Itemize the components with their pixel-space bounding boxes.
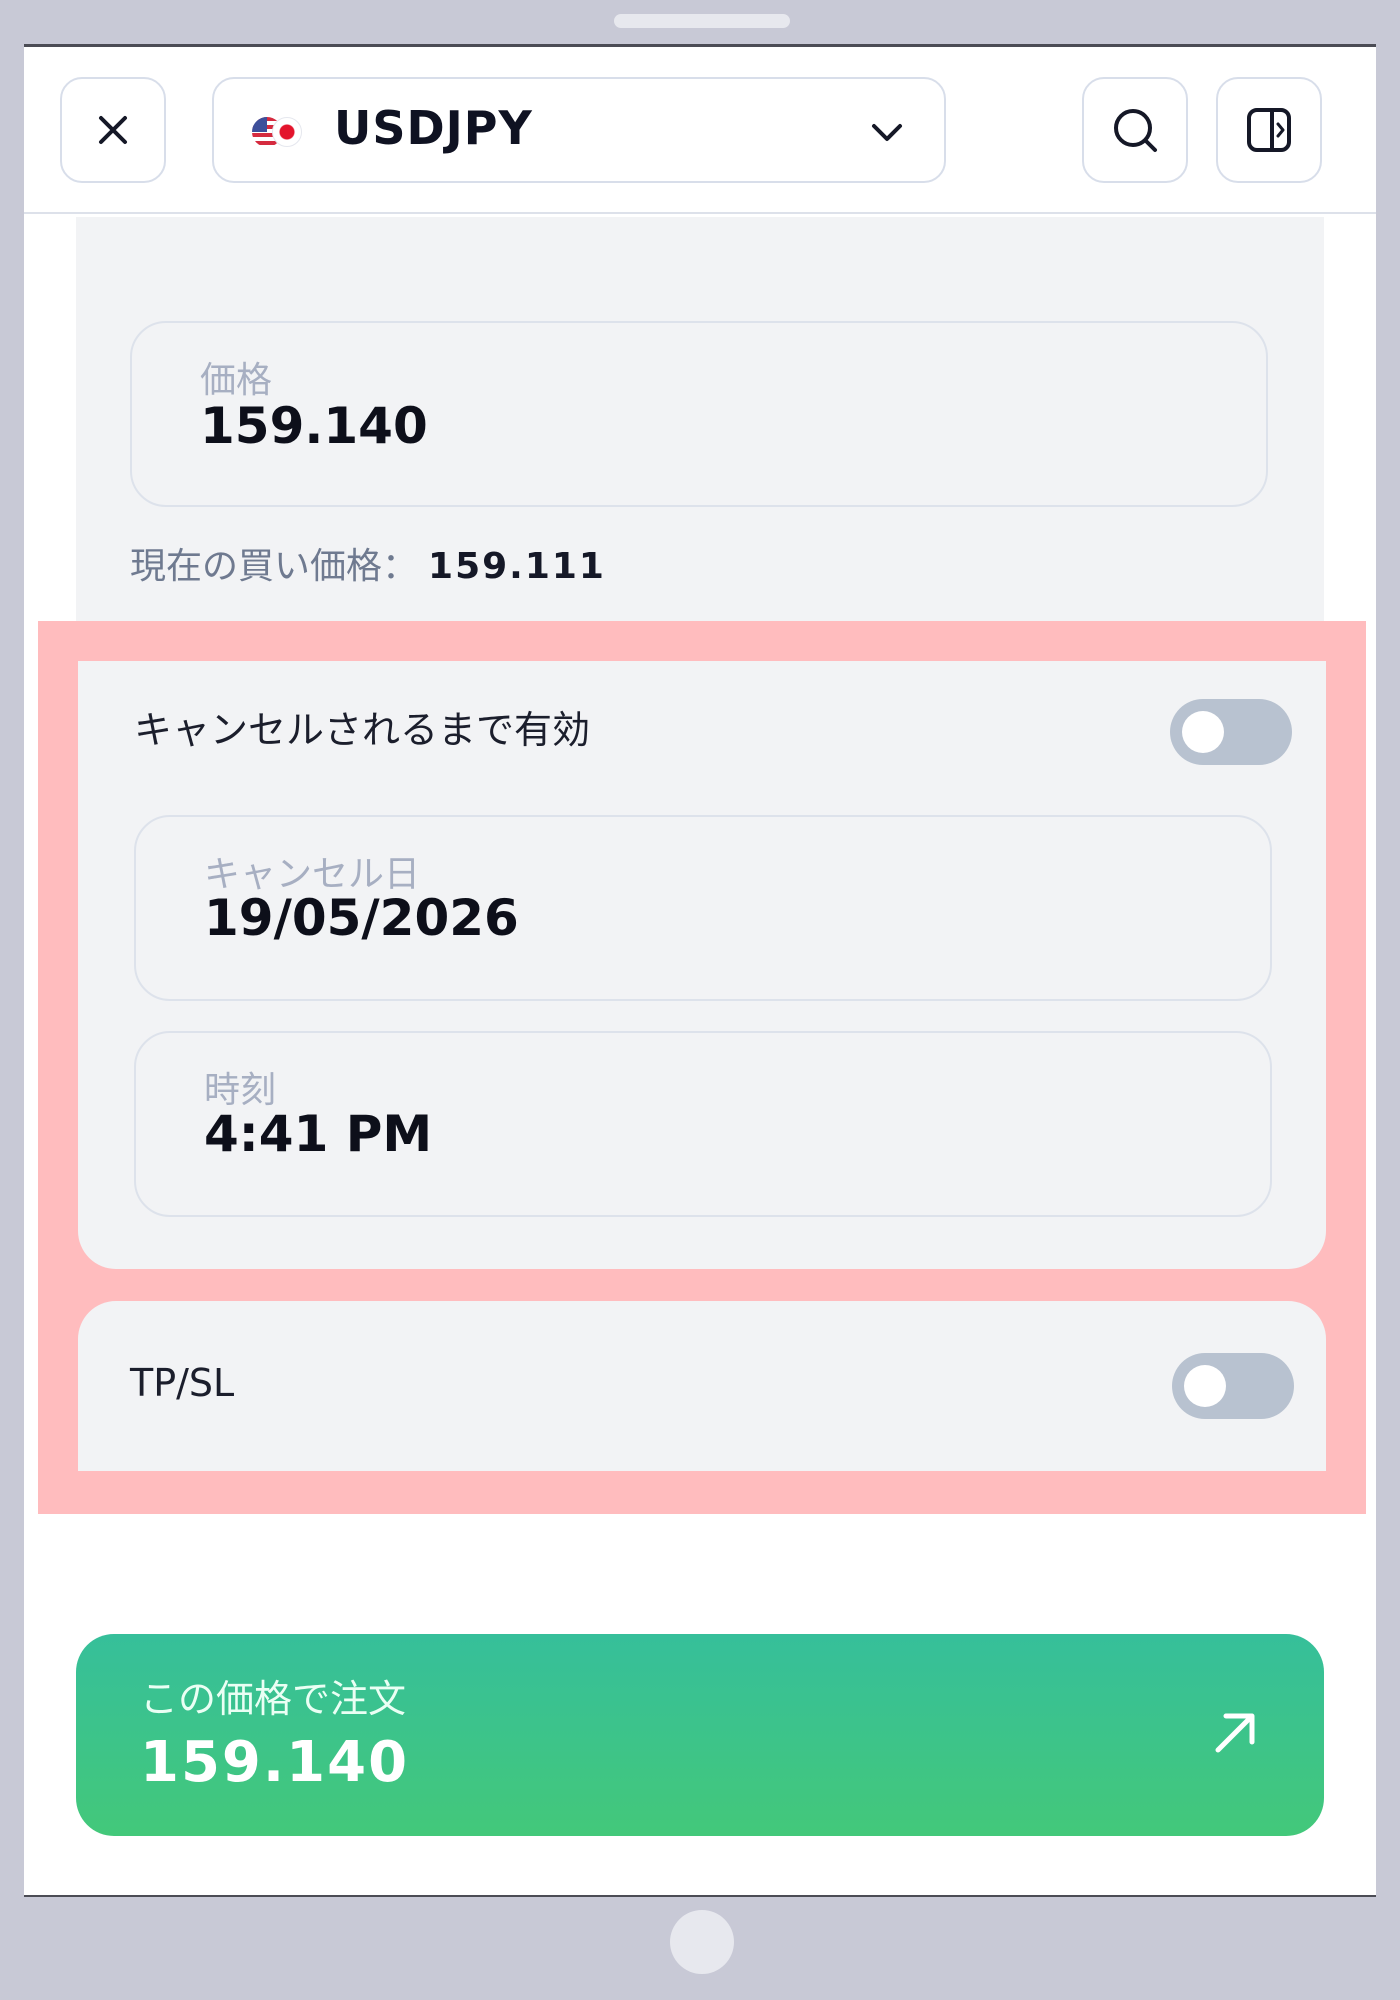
close-button[interactable] (60, 77, 166, 183)
price-field[interactable]: 価格 159.140 (130, 321, 1268, 507)
cancel-date-field[interactable]: キャンセル日 19/05/2026 (134, 815, 1272, 1001)
current-buy-price: 現在の買い価格： 159.111 (130, 537, 606, 589)
order-button-price: 159.140 (140, 1730, 410, 1795)
current-buy-value: 159.111 (428, 546, 606, 587)
price-field-value: 159.140 (200, 397, 428, 455)
order-button-label: この価格で注文 (140, 1677, 407, 1721)
search-icon (1114, 109, 1157, 152)
home-button[interactable] (670, 1910, 734, 1974)
expiration-panel: キャンセルされるまで有効 キャンセル日 19/05/2026 時刻 4:41 P… (78, 661, 1326, 1269)
order-header: USDJPY (24, 47, 1376, 214)
time-field[interactable]: 時刻 4:41 PM (134, 1031, 1272, 1217)
close-icon (99, 116, 127, 144)
gtc-toggle[interactable] (1170, 699, 1292, 765)
tpsl-label: TP/SL (130, 1361, 235, 1405)
search-button[interactable] (1082, 77, 1188, 183)
symbol-selector[interactable]: USDJPY (212, 77, 946, 183)
price-field-label: 価格 (200, 360, 273, 401)
gtc-label: キャンセルされるまで有効 (134, 708, 591, 752)
place-order-button[interactable]: この価格で注文 159.140 (76, 1634, 1324, 1836)
side-panel-button[interactable] (1216, 77, 1322, 183)
currency-flags (252, 117, 308, 147)
tablet-frame: USDJPY 価格 159.140 現在の買い価格： 159.111 キャンセル… (0, 0, 1400, 2000)
side-panel-icon (1247, 108, 1291, 152)
tpsl-toggle[interactable] (1172, 1353, 1294, 1419)
toggle-knob (1182, 711, 1224, 753)
cancel-date-value: 19/05/2026 (204, 889, 519, 947)
device-notch (614, 14, 790, 28)
screen: USDJPY 価格 159.140 現在の買い価格： 159.111 キャンセル… (24, 44, 1376, 1897)
current-buy-label: 現在の買い価格： (130, 546, 419, 587)
symbol-name: USDJPY (334, 101, 533, 155)
chevron-down-icon (872, 124, 902, 141)
jp-flag-icon (272, 117, 302, 147)
arrow-up-right-icon (1215, 1713, 1255, 1753)
tpsl-panel: TP/SL (78, 1301, 1326, 1471)
toggle-knob (1184, 1365, 1226, 1407)
time-value: 4:41 PM (204, 1105, 433, 1163)
